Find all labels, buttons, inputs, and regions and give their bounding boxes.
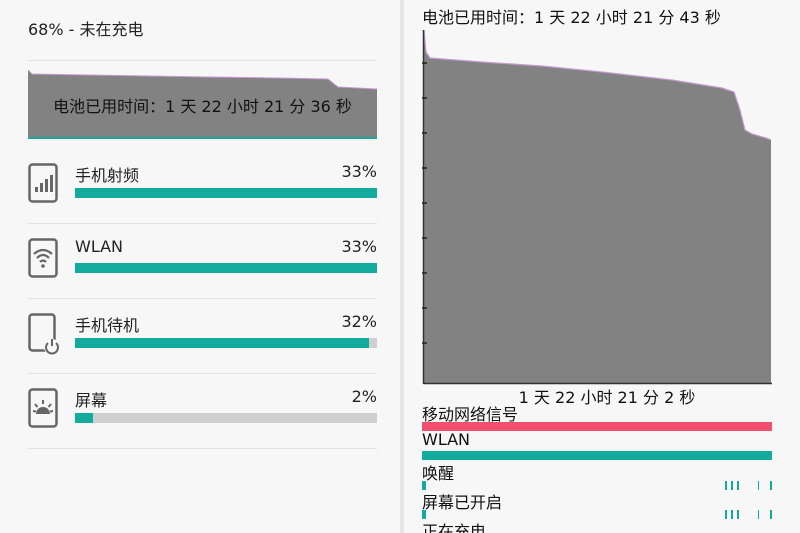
usage-item-label: 手机射频 (75, 166, 140, 185)
battery-history-title: 电池已用时间：1 天 22 小时 21 分 43 秒 (422, 8, 721, 27)
signal-tick (758, 510, 759, 519)
usage-item-label: WLAN (75, 237, 124, 256)
divider (28, 60, 377, 61)
signal-tick (725, 481, 727, 490)
usage-progress-bar (75, 413, 377, 423)
battery-history-panel: 电池已用时间：1 天 22 小时 21 分 43 秒 1 天 22 小时 21 … (404, 0, 800, 533)
signal-tick (770, 481, 772, 490)
signal-tick (731, 481, 733, 490)
signal-bar-wlan (422, 451, 772, 460)
battery-summary-panel: 68% - 未在充电 电池已用时间：1 天 22 小时 21 分 36 秒 手机… (0, 0, 400, 533)
battery-history-graph (422, 29, 772, 385)
divider (28, 373, 377, 374)
signal-tick (737, 510, 739, 519)
divider (28, 298, 377, 299)
usage-item-label: 手机待机 (75, 316, 140, 335)
usage-progress-bar (75, 338, 377, 348)
divider (28, 448, 377, 449)
usage-item-percent: 33% (341, 162, 377, 181)
usage-progress-bar (75, 188, 377, 198)
usage-item-screen[interactable]: 屏幕 2% (0, 375, 400, 450)
usage-progress-fill (75, 188, 377, 198)
battery-history-mini-graph[interactable]: 电池已用时间：1 天 22 小时 21 分 36 秒 (28, 62, 377, 137)
usage-item-label: 屏幕 (75, 391, 108, 410)
signal-label-wlan: WLAN (422, 430, 471, 449)
signal-tick (731, 510, 733, 519)
cellular-signal-icon (28, 163, 58, 203)
battery-history-graph-svg (422, 29, 772, 385)
usage-progress-fill (75, 263, 377, 273)
screen-brightness-icon (28, 388, 58, 428)
signal-tick (737, 481, 739, 490)
signal-tick (758, 481, 759, 490)
usage-progress-fill (75, 338, 369, 348)
usage-item-radio[interactable]: 手机射频 33% (0, 150, 400, 225)
usage-item-percent: 33% (341, 237, 377, 256)
usage-item-standby[interactable]: 手机待机 32% (0, 300, 400, 375)
divider (28, 223, 377, 224)
battery-status: 68% - 未在充电 (28, 20, 144, 39)
usage-item-percent: 2% (351, 387, 377, 406)
mini-graph-label: 电池已用时间：1 天 22 小时 21 分 36 秒 (53, 97, 352, 116)
usage-item-percent: 32% (341, 312, 377, 331)
signal-tick (725, 510, 727, 519)
signal-tick (770, 510, 772, 519)
usage-progress-fill (75, 413, 93, 423)
wifi-icon (28, 238, 58, 278)
graph-underline (28, 137, 377, 139)
usage-item-wlan[interactable]: WLAN 33% (0, 225, 400, 300)
signal-bar-mobile (422, 422, 772, 431)
phone-standby-icon (28, 313, 62, 357)
usage-progress-bar (75, 263, 377, 273)
signal-label-charging: 正在充电 (422, 522, 487, 533)
